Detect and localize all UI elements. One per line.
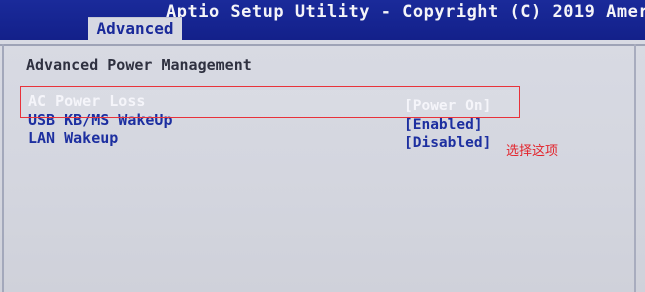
annotation-highlight-box (20, 86, 520, 118)
option-value[interactable]: [Disabled] (404, 135, 491, 151)
option-value[interactable]: [Enabled] (404, 117, 483, 133)
annotation-text: 选择这项 (506, 144, 559, 159)
tab-advanced[interactable]: Advanced (88, 17, 182, 40)
panel-border-right (634, 44, 636, 292)
bios-screen: Aptio Setup Utility - Copyright (C) 2019… (0, 0, 645, 292)
panel-border-left (2, 44, 4, 292)
header-bar: Aptio Setup Utility - Copyright (C) 2019… (0, 0, 645, 40)
section-title: Advanced Power Management (26, 56, 252, 74)
panel-divider (0, 44, 645, 46)
app-title: Aptio Setup Utility - Copyright (C) 2019… (166, 2, 645, 22)
option-label[interactable]: LAN Wakeup (28, 129, 118, 147)
